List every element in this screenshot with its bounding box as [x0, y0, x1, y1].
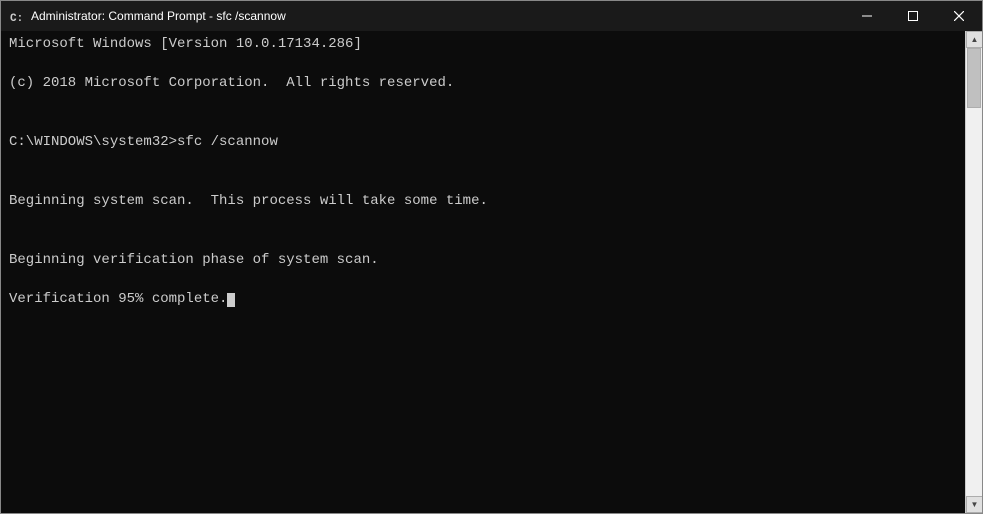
- cmd-icon: C:: [9, 8, 25, 24]
- scroll-down-button[interactable]: ▼: [966, 496, 982, 513]
- minimize-button[interactable]: [844, 1, 890, 31]
- scrollbar[interactable]: ▲ ▼: [965, 31, 982, 513]
- titlebar: C: Administrator: Command Prompt - sfc /…: [1, 1, 982, 31]
- terminal-line: Verification 95% complete.: [9, 290, 957, 310]
- cursor: [227, 293, 235, 307]
- terminal-output[interactable]: Microsoft Windows [Version 10.0.17134.28…: [1, 31, 965, 513]
- terminal-line: Microsoft Windows [Version 10.0.17134.28…: [9, 35, 957, 55]
- maximize-button[interactable]: [890, 1, 936, 31]
- scrollbar-track[interactable]: [966, 48, 982, 496]
- terminal-line: Beginning verification phase of system s…: [9, 251, 957, 271]
- scroll-up-button[interactable]: ▲: [966, 31, 982, 48]
- terminal-line: (c) 2018 Microsoft Corporation. All righ…: [9, 74, 957, 94]
- close-button[interactable]: [936, 1, 982, 31]
- scrollbar-thumb[interactable]: [967, 48, 981, 108]
- window-body: Microsoft Windows [Version 10.0.17134.28…: [1, 31, 982, 513]
- window-title: Administrator: Command Prompt - sfc /sca…: [31, 9, 974, 23]
- window: C: Administrator: Command Prompt - sfc /…: [0, 0, 983, 514]
- titlebar-controls: [844, 1, 982, 31]
- terminal-line: Beginning system scan. This process will…: [9, 192, 957, 212]
- svg-text:C:: C:: [10, 13, 23, 24]
- terminal-line: C:\WINDOWS\system32>sfc /scannow: [9, 133, 957, 153]
